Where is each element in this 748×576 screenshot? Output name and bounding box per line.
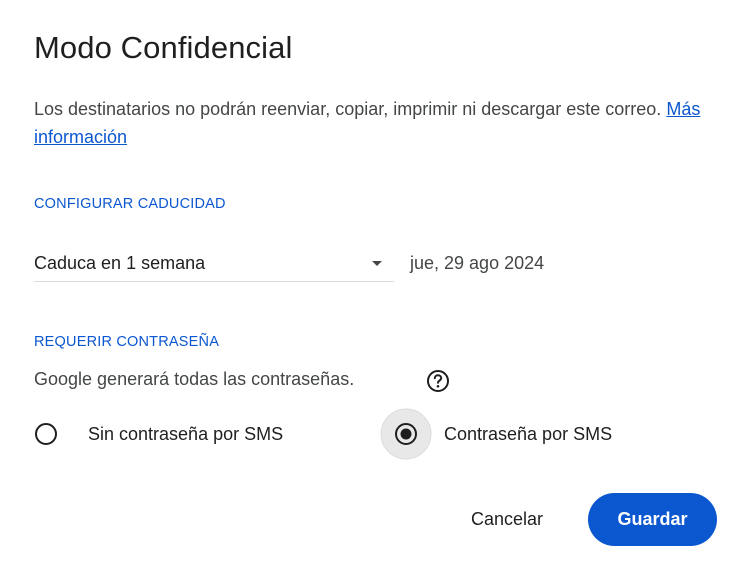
radio-no-sms-password-label: Sin contraseña por SMS bbox=[88, 424, 284, 444]
radio-no-sms-password[interactable]: Sin contraseña por SMS bbox=[22, 410, 322, 458]
arrow-drop-down-icon bbox=[372, 261, 382, 266]
confidential-mode-dialog: Modo Confidencial Los destinatarios no p… bbox=[0, 0, 748, 576]
dialog-description: Los destinatarios no podrán reenviar, co… bbox=[34, 95, 724, 151]
password-section-label: REQUERIR CONTRASEÑA bbox=[34, 334, 220, 350]
description-text: Los destinatarios no podrán reenviar, co… bbox=[34, 99, 662, 119]
radio-sms-password-label: Contraseña por SMS bbox=[444, 424, 613, 444]
expiry-date: jue, 29 ago 2024 bbox=[410, 253, 545, 273]
expiry-select[interactable]: Caduca en 1 semana bbox=[34, 244, 394, 282]
help-circle-icon[interactable] bbox=[425, 368, 451, 394]
radio-unchecked-icon bbox=[22, 410, 70, 458]
radio-sms-password[interactable]: Contraseña por SMS bbox=[380, 408, 650, 460]
expiry-select-value: Caduca en 1 semana bbox=[34, 253, 206, 273]
expiry-section-label: CONFIGURAR CADUCIDAD bbox=[34, 196, 226, 212]
password-hint: Google generará todas las contraseñas. bbox=[34, 369, 355, 389]
dialog-title: Modo Confidencial bbox=[34, 30, 293, 65]
save-button[interactable]: Guardar bbox=[588, 493, 717, 546]
cancel-button[interactable]: Cancelar bbox=[448, 497, 566, 541]
radio-checked-icon bbox=[380, 408, 432, 460]
